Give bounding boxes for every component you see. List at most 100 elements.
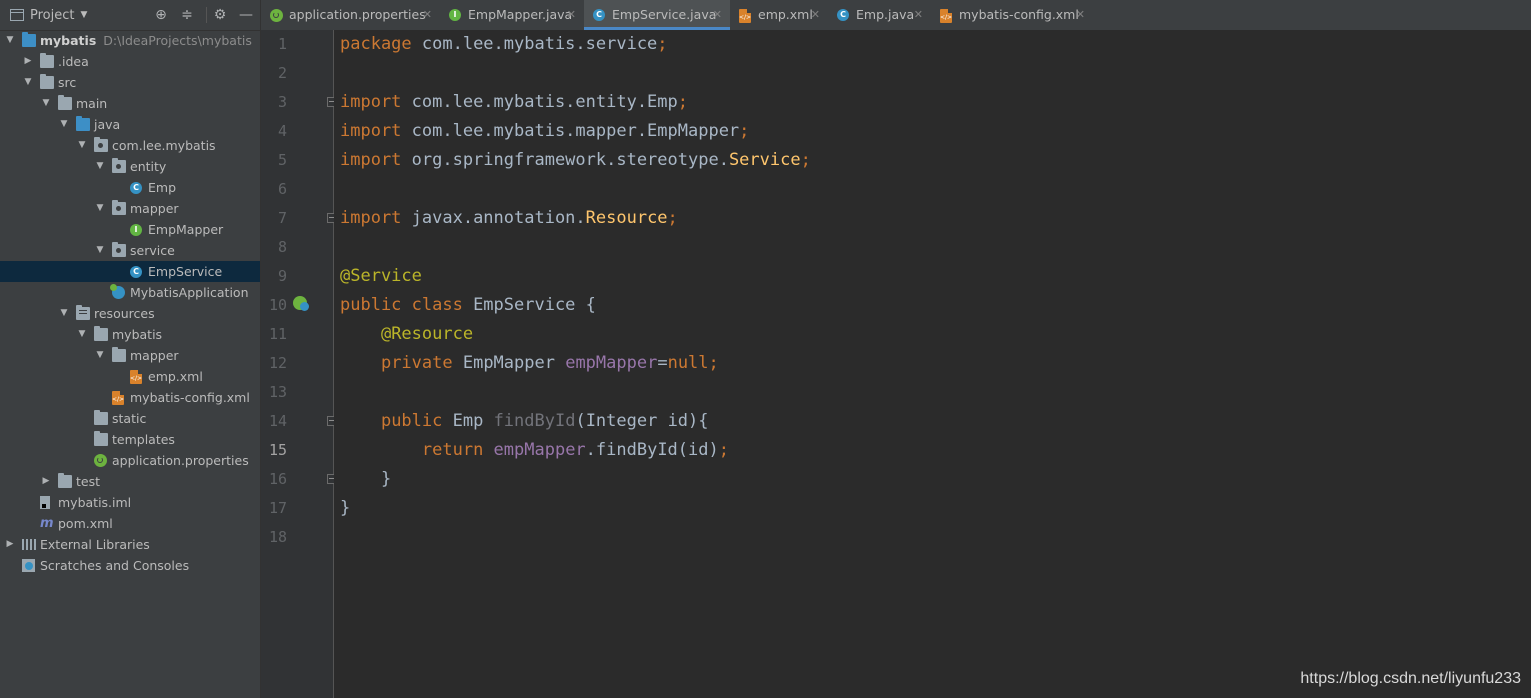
tree-item[interactable]: ▶ test	[0, 471, 260, 492]
code-line[interactable]: import com.lee.mybatis.mapper.EmpMapper;	[340, 117, 749, 146]
tree-item[interactable]: ▼ mybatis	[0, 324, 260, 345]
tree-item[interactable]: ▼ java	[0, 114, 260, 135]
tree-item[interactable]: ▼ main	[0, 93, 260, 114]
tree-item[interactable]: ▼ mybatis D:\IdeaProjects\mybatis	[0, 30, 260, 51]
code-line[interactable]: @Resource	[340, 320, 473, 349]
code-line[interactable]: @Service	[340, 262, 422, 291]
code-token: import	[340, 92, 412, 112]
close-icon[interactable]: ✕	[1076, 0, 1085, 30]
editor-tab[interactable]: I EmpMapper.java ✕	[440, 0, 584, 30]
tree-item[interactable]: ▼ mapper	[0, 198, 260, 219]
tree-item[interactable]: m pom.xml	[0, 513, 260, 534]
code-line[interactable]: public Emp findById(Integer id){	[340, 407, 709, 436]
line-number: 4	[277, 122, 287, 140]
collapse-arrow-icon[interactable]: ▶	[4, 534, 16, 555]
expand-arrow-icon[interactable]: ▼	[4, 30, 16, 51]
tree-item[interactable]: C Emp	[0, 177, 260, 198]
tree-item[interactable]: ▶ External Libraries	[0, 534, 260, 555]
code-line[interactable]: }	[340, 494, 350, 523]
code-editor[interactable]: package com.lee.mybatis.service; import c…	[334, 30, 1531, 698]
editor-tab[interactable]: </> mybatis-config.xml ✕	[931, 0, 1093, 30]
tree-item[interactable]: ▼ resources	[0, 303, 260, 324]
package-icon	[112, 200, 126, 215]
folder-icon	[94, 431, 108, 446]
code-token: public	[380, 411, 453, 431]
expand-arrow-icon[interactable]: ▼	[94, 198, 106, 219]
code-token: Resource	[585, 208, 668, 228]
tree-item[interactable]: MybatisApplication	[0, 282, 260, 303]
spring-bean-gutter-icon[interactable]	[293, 296, 309, 311]
tree-item-label: mybatis.iml	[58, 495, 132, 510]
line-number: 12	[268, 354, 287, 372]
project-view-selector[interactable]: Project	[30, 8, 74, 23]
class-icon: C	[130, 266, 142, 278]
code-token: empMapper	[565, 353, 658, 373]
tree-item[interactable]: templates	[0, 429, 260, 450]
tree-item[interactable]: </> mybatis-config.xml	[0, 387, 260, 408]
maven-icon: m	[40, 516, 54, 531]
watermark: https://blog.csdn.net/liyunfu233	[1300, 670, 1521, 687]
code-line[interactable]: package com.lee.mybatis.service;	[340, 30, 668, 59]
resources-folder-icon	[76, 305, 90, 320]
tree-item[interactable]: ▼ mapper	[0, 345, 260, 366]
tree-item[interactable]: ▼ com.lee.mybatis	[0, 135, 260, 156]
tree-item[interactable]: mybatis.iml	[0, 492, 260, 513]
code-line[interactable]: public class EmpService {	[340, 291, 596, 320]
editor-tab[interactable]: C Emp.java ✕	[828, 0, 931, 30]
tree-item[interactable]: ▼ src	[0, 72, 260, 93]
gear-icon[interactable]: ⚙	[211, 6, 229, 24]
editor-tab[interactable]: application.properties ✕	[261, 0, 440, 30]
close-icon[interactable]: ✕	[914, 0, 923, 30]
close-icon[interactable]: ✕	[567, 0, 576, 30]
close-icon[interactable]: ✕	[423, 0, 432, 30]
code-token: import	[340, 121, 412, 141]
hide-panel-icon[interactable]: —	[237, 6, 255, 24]
chevron-down-icon[interactable]: ▼	[80, 10, 87, 20]
code-token: }	[340, 498, 351, 518]
code-token: null;	[667, 353, 719, 373]
expand-arrow-icon[interactable]: ▼	[76, 135, 88, 156]
tree-item[interactable]: application.properties	[0, 450, 260, 471]
expand-arrow-icon[interactable]: ▼	[94, 156, 106, 177]
tree-item[interactable]: ▶ .idea	[0, 51, 260, 72]
code-line[interactable]: private EmpMapper empMapper=null;	[340, 349, 719, 378]
tree-item-label: MybatisApplication	[130, 285, 249, 300]
collapse-arrow-icon[interactable]: ▶	[40, 471, 52, 492]
code-line[interactable]: return empMapper.findById(id);	[340, 436, 729, 465]
code-token: EmpService {	[473, 295, 596, 315]
tree-item-label: java	[94, 117, 121, 132]
close-icon[interactable]: ✕	[811, 0, 820, 30]
code-line[interactable]: import org.springframework.stereotype.Se…	[340, 146, 811, 175]
locate-icon[interactable]: ⊕	[152, 6, 170, 24]
line-number: 13	[268, 383, 287, 401]
tree-item[interactable]: I EmpMapper	[0, 219, 260, 240]
expand-arrow-icon[interactable]: ▼	[40, 93, 52, 114]
code-line[interactable]: import javax.annotation.Resource;	[340, 204, 678, 233]
collapse-arrow-icon[interactable]: ▶	[22, 51, 34, 72]
expand-arrow-icon[interactable]: ▼	[94, 345, 106, 366]
code-line[interactable]: }	[340, 465, 391, 494]
tree-item[interactable]: ▼ entity	[0, 156, 260, 177]
expand-arrow-icon[interactable]: ▼	[22, 72, 34, 93]
collapse-all-icon[interactable]: ≑	[178, 6, 196, 24]
tree-item[interactable]: ▼ service	[0, 240, 260, 261]
close-icon[interactable]: ✕	[713, 0, 722, 30]
editor-tab[interactable]: C EmpService.java ✕	[584, 0, 730, 30]
tree-item-label: mapper	[130, 348, 179, 363]
code-token: (Integer id){	[575, 411, 709, 431]
expand-arrow-icon[interactable]: ▼	[58, 303, 70, 324]
tree-item[interactable]: </> emp.xml	[0, 366, 260, 387]
xml-file-icon: </>	[112, 391, 124, 405]
tree-item[interactable]: static	[0, 408, 260, 429]
tree-item[interactable]: Scratches and Consoles	[0, 555, 260, 576]
expand-arrow-icon[interactable]: ▼	[94, 240, 106, 261]
tab-label: emp.xml	[758, 7, 813, 22]
editor-tab[interactable]: </> emp.xml ✕	[730, 0, 828, 30]
expand-arrow-icon[interactable]: ▼	[76, 324, 88, 345]
tree-item-label: Scratches and Consoles	[40, 558, 190, 573]
expand-arrow-icon[interactable]: ▼	[58, 114, 70, 135]
code-line[interactable]: import com.lee.mybatis.entity.Emp;	[340, 88, 688, 117]
tree-item[interactable]: C EmpService	[0, 261, 260, 282]
